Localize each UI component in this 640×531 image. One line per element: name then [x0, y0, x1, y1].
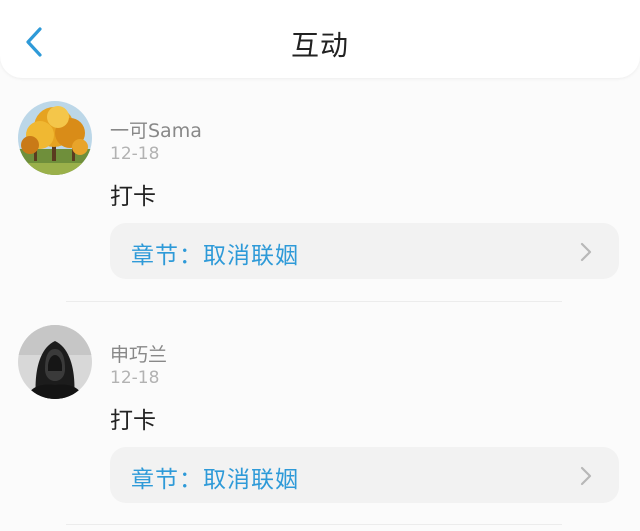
chapter-title: 取消联姻: [203, 243, 299, 269]
username[interactable]: 申巧兰: [110, 340, 167, 367]
chapter-label: 章节：: [131, 467, 203, 493]
list-item: 一可Sama 12-18 打卡 章节：取消联姻: [0, 78, 640, 302]
comment-text: 打卡: [110, 408, 156, 434]
chapter-link[interactable]: 章节：取消联姻: [110, 223, 619, 279]
list-item: 申巧兰 12-18 打卡 章节：取消联姻: [0, 302, 640, 526]
chevron-right-icon: [580, 242, 592, 262]
chapter-title: 取消联姻: [203, 467, 299, 493]
top-bar: 互动: [0, 0, 640, 78]
chapter-text: 章节：取消联姻: [131, 460, 299, 494]
comment-date: 12-18: [110, 144, 160, 164]
divider: [66, 524, 562, 525]
chapter-text: 章节：取消联姻: [131, 236, 299, 270]
chapter-label: 章节：: [131, 243, 203, 269]
avatar[interactable]: [18, 325, 92, 399]
avatar[interactable]: [18, 101, 92, 175]
page-title: 互动: [290, 29, 349, 62]
username[interactable]: 一可Sama: [110, 116, 202, 143]
comment-date: 12-18: [110, 368, 160, 388]
chevron-right-icon: [580, 466, 592, 486]
comment-text: 打卡: [110, 184, 156, 210]
comment-list: 一可Sama 12-18 打卡 章节：取消联姻 申巧兰 12-18 打卡 章节：…: [0, 78, 640, 526]
chapter-link[interactable]: 章节：取消联姻: [110, 447, 619, 503]
